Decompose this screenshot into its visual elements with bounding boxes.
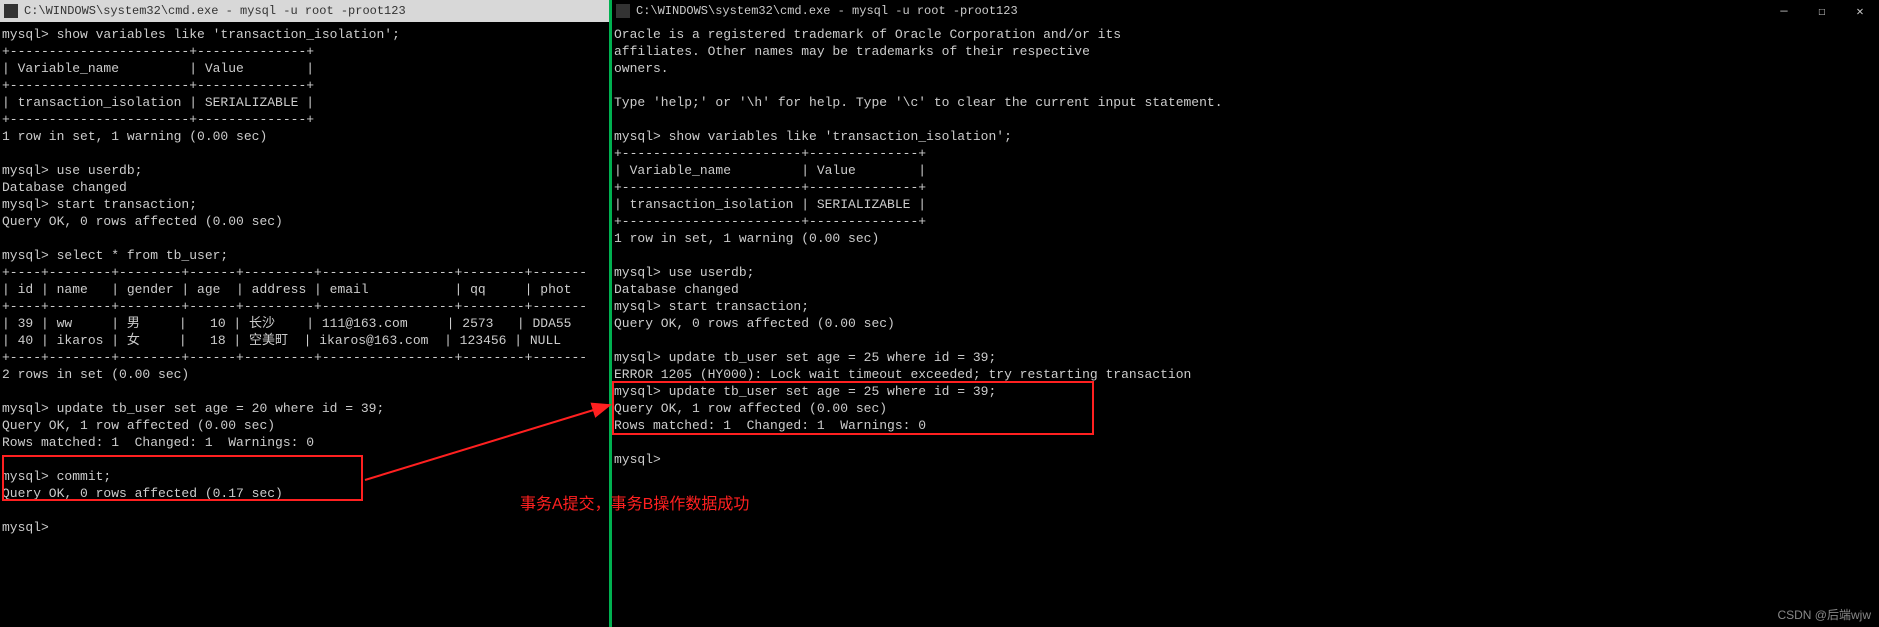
- close-button[interactable]: ✕: [1841, 0, 1879, 22]
- annotation-text: 事务A提交，事务B操作数据成功: [520, 490, 749, 514]
- cmd-icon: [616, 4, 630, 18]
- minimize-button[interactable]: —: [1765, 0, 1803, 22]
- terminal-output-right[interactable]: Oracle is a registered trademark of Orac…: [612, 22, 1879, 627]
- watermark: CSDN @后端wjw: [1777, 606, 1871, 623]
- window-title-left: C:\WINDOWS\system32\cmd.exe - mysql -u r…: [24, 4, 406, 18]
- window-controls: — ☐ ✕: [1765, 0, 1879, 22]
- cmd-icon: [4, 4, 18, 18]
- terminal-pane-right: C:\WINDOWS\system32\cmd.exe - mysql -u r…: [609, 0, 1879, 627]
- maximize-button[interactable]: ☐: [1803, 0, 1841, 22]
- terminal-pane-left: C:\WINDOWS\system32\cmd.exe - mysql -u r…: [0, 0, 609, 627]
- terminal-output-left[interactable]: mysql> show variables like 'transaction_…: [0, 22, 609, 627]
- window-title-right: C:\WINDOWS\system32\cmd.exe - mysql -u r…: [636, 4, 1018, 18]
- titlebar-left[interactable]: C:\WINDOWS\system32\cmd.exe - mysql -u r…: [0, 0, 609, 22]
- titlebar-right[interactable]: C:\WINDOWS\system32\cmd.exe - mysql -u r…: [612, 0, 1879, 22]
